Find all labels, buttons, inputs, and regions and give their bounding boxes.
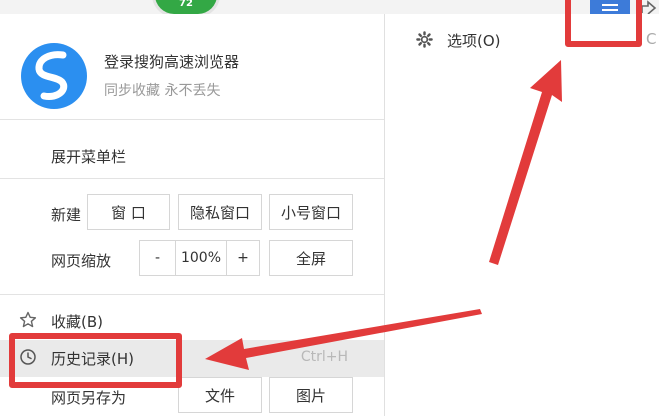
expand-menubar-item[interactable]: 展开菜单栏 <box>51 146 126 167</box>
zoom-level: 100% <box>175 240 227 276</box>
tab-strip <box>0 0 659 15</box>
menu-button-highlight <box>565 0 642 47</box>
options-item[interactable]: 选项(O) <box>447 30 501 51</box>
badge-count: 72 <box>179 0 193 9</box>
browser-menu-screenshot: 72 登录搜狗高速浏览器 同步收藏 永不丢失 展开菜单栏 新建 窗 口 隐私窗口… <box>0 0 659 416</box>
favorites-item[interactable]: 收藏(B) <box>51 311 103 332</box>
new-alt-account-window-button[interactable]: 小号窗口 <box>269 194 353 230</box>
history-highlight <box>9 333 182 388</box>
new-window-button[interactable]: 窗 口 <box>87 194 170 230</box>
login-title[interactable]: 登录搜狗高速浏览器 <box>104 51 239 72</box>
login-subtitle: 同步收藏 永不丢失 <box>104 83 221 99</box>
save-as-file-button[interactable]: 文件 <box>178 377 262 413</box>
new-label: 新建 <box>51 206 82 224</box>
save-as-image-button[interactable]: 图片 <box>269 377 353 413</box>
gear-icon <box>416 31 433 48</box>
zoom-in-button[interactable]: + <box>226 240 260 276</box>
save-as-label: 网页另存为 <box>51 389 127 407</box>
cut-off-text: C <box>646 30 657 48</box>
zoom-out-button[interactable]: - <box>139 240 176 276</box>
sogou-browser-logo-icon[interactable] <box>20 42 88 110</box>
divider <box>0 294 384 295</box>
divider <box>0 119 384 120</box>
new-private-window-button[interactable]: 隐私窗口 <box>178 194 262 230</box>
divider <box>0 178 384 179</box>
secondary-menu-panel <box>385 14 659 416</box>
star-icon <box>19 311 37 328</box>
fullscreen-button[interactable]: 全屏 <box>269 240 353 276</box>
zoom-label: 网页缩放 <box>51 252 112 270</box>
history-shortcut: Ctrl+H <box>300 349 348 365</box>
